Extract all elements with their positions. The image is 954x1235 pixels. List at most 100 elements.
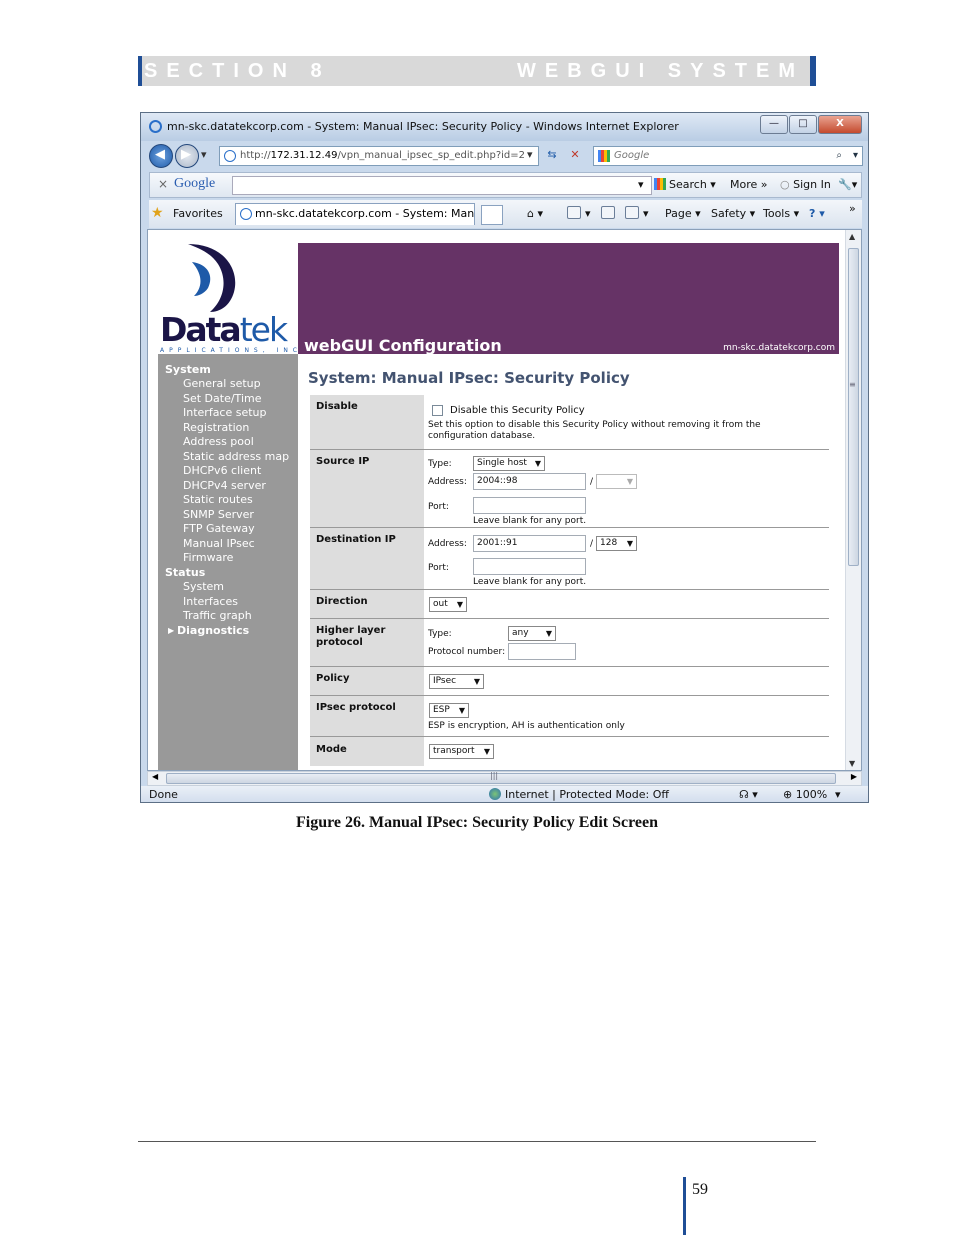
row-source-ip: Source IP Type: Single host ▼ Address: 20… [310, 450, 829, 528]
sidebar-item-set-date-time[interactable]: Set Date/Time [183, 392, 261, 405]
safety-menu[interactable]: Safety ▾ [711, 207, 755, 220]
sidebar-item-dhcpv4-server[interactable]: DHCPv4 server [183, 479, 266, 492]
sidebar-item-snmp-server[interactable]: SNMP Server [183, 508, 254, 521]
mail-icon[interactable] [601, 206, 615, 219]
search-magnifier-icon[interactable]: ⌕ [836, 147, 842, 165]
sidebar-item-registration[interactable]: Registration [183, 421, 249, 434]
wrench-icon[interactable]: 🔧▾ [838, 178, 857, 191]
address-bar[interactable]: http://172.31.12.49/vpn_manual_ipsec_sp_… [219, 146, 539, 166]
chevron-down-icon: ▼ [534, 459, 541, 468]
home-icon[interactable]: ⌂ ▾ [527, 207, 543, 220]
search-dropdown-icon[interactable]: ▾ [853, 147, 858, 165]
page-menu[interactable]: Page ▾ [665, 207, 701, 220]
source-type-select[interactable]: Single host ▼ [473, 456, 545, 471]
stop-icon[interactable]: ✕ [565, 146, 585, 164]
sidebar-item-diagnostics[interactable]: Diagnostics [177, 624, 249, 637]
google-input-dropdown-icon[interactable]: ▾ [638, 178, 644, 191]
protected-mode-icon[interactable]: ☊ ▾ [739, 788, 758, 801]
label-mode: Mode [310, 737, 424, 766]
zoom-dropdown-icon[interactable]: ▾ [835, 788, 841, 801]
sidebar-item-ftp-gateway[interactable]: FTP Gateway [183, 522, 255, 535]
diagnostics-expand-icon[interactable]: ▶ [168, 626, 174, 635]
scroll-up-icon[interactable]: ▲ [849, 232, 855, 241]
safety-menu-label: Safety [711, 207, 747, 220]
chevron-right-icon[interactable]: » [849, 202, 856, 215]
print-icon[interactable] [625, 206, 639, 219]
horizontal-scroll-thumb[interactable] [166, 773, 836, 784]
help-icon[interactable]: ? ▾ [809, 207, 825, 220]
sidebar-item-dhcpv6-client[interactable]: DHCPv6 client [183, 464, 261, 477]
new-tab-button[interactable] [481, 205, 503, 225]
protocol-number-label: Protocol number: [428, 647, 506, 657]
dest-mask-select[interactable]: 128 ▼ [596, 536, 637, 551]
tools-menu[interactable]: Tools ▾ [763, 207, 799, 220]
feeds-icon[interactable] [567, 206, 581, 219]
sidebar-item-manual-ipsec[interactable]: Manual IPsec [183, 537, 255, 550]
zoom-control[interactable]: ⊕ 100% [783, 788, 827, 801]
protocol-type-select[interactable]: any ▼ [508, 626, 556, 641]
favorites-button[interactable]: Favorites [173, 207, 223, 220]
favorites-star-icon[interactable]: ★ [151, 205, 164, 221]
header-accent-left [138, 56, 142, 86]
sidebar-item-interface-setup[interactable]: Interface setup [183, 406, 267, 419]
sidebar-item-static-address-map[interactable]: Static address map [183, 450, 289, 463]
minimize-button[interactable]: — [760, 115, 788, 134]
refresh-icon[interactable]: ⇆ [541, 146, 563, 164]
sign-in-button[interactable]: ○ Sign In [780, 178, 831, 191]
disable-checkbox[interactable] [432, 405, 443, 416]
source-address-input[interactable]: 2004::98 [473, 473, 586, 490]
horizontal-scrollbar[interactable]: ◀ ||| ▶ [147, 771, 862, 786]
toolbar-close-icon[interactable]: × [158, 177, 168, 191]
tools-menu-label: Tools [763, 207, 791, 220]
history-dropdown-icon[interactable]: ▾ [201, 146, 207, 164]
label-disable: Disable [310, 395, 424, 449]
scroll-right-icon[interactable]: ▶ [851, 772, 857, 781]
google-icon [598, 150, 610, 162]
sidebar-item-status-system[interactable]: System [183, 580, 224, 593]
print-dropdown-icon[interactable]: ▾ [643, 207, 649, 220]
policy-value: IPsec [433, 676, 457, 686]
browser-tab[interactable]: mn-skc.datatekcorp.com - System: Manual.… [235, 203, 475, 225]
scroll-down-icon[interactable]: ▼ [849, 759, 855, 768]
dest-address-input[interactable]: 2001::91 [473, 535, 586, 552]
label-policy: Policy [310, 667, 424, 695]
protocol-type-value: any [512, 628, 529, 638]
scroll-left-icon[interactable]: ◀ [152, 772, 158, 781]
direction-select[interactable]: out ▼ [429, 597, 467, 612]
close-button[interactable]: X [818, 115, 862, 134]
policy-select[interactable]: IPsec ▼ [429, 674, 484, 689]
search-input[interactable]: Google ⌕ ▾ [593, 146, 863, 166]
feeds-dropdown-icon[interactable]: ▾ [585, 207, 591, 220]
dest-port-input[interactable] [473, 558, 586, 575]
disable-checkbox-label: Disable this Security Policy [450, 405, 585, 416]
datatek-swoosh-icon [188, 244, 236, 312]
back-button[interactable]: ◀ [149, 144, 173, 168]
google-search-input[interactable] [232, 176, 652, 195]
row-mode: Mode transport ▼ [310, 737, 829, 766]
page-viewport: Datatek APPLICATIONS, INC webGUI Configu… [147, 229, 862, 771]
sidebar-item-firmware[interactable]: Firmware [183, 551, 233, 564]
source-mask-select[interactable]: ▼ [596, 474, 637, 489]
page-title: System: Manual IPsec: Security Policy [308, 369, 630, 387]
sidebar-item-general-setup[interactable]: General setup [183, 377, 261, 390]
vertical-scroll-thumb[interactable] [848, 248, 859, 566]
cell-source-ip: Type: Single host ▼ Address: 2004::98 / ▼… [424, 450, 829, 527]
protocol-number-input[interactable] [508, 643, 576, 660]
logo-subtitle: APPLICATIONS, INC [160, 347, 302, 354]
globe-icon [489, 788, 501, 800]
source-port-input[interactable] [473, 497, 586, 514]
vertical-scrollbar[interactable]: ▲ ≡ ▼ [845, 230, 861, 770]
dest-mask-slash: / [590, 539, 594, 549]
label-higher-layer: Higher layer protocol [310, 619, 424, 666]
forward-button[interactable]: ▶ [175, 144, 199, 168]
mode-select[interactable]: transport ▼ [429, 744, 494, 759]
address-dropdown-icon[interactable]: ▾ [527, 146, 533, 164]
google-search-button[interactable]: Search ▾ [654, 178, 716, 191]
sidebar-item-address-pool[interactable]: Address pool [183, 435, 254, 448]
sidebar-item-interfaces[interactable]: Interfaces [183, 595, 238, 608]
maximize-button[interactable]: □ [789, 115, 817, 134]
sidebar-item-traffic-graph[interactable]: Traffic graph [183, 609, 252, 622]
sidebar-item-static-routes[interactable]: Static routes [183, 493, 253, 506]
more-button[interactable]: More » [730, 178, 768, 191]
ipsec-protocol-select[interactable]: ESP ▼ [429, 703, 469, 718]
